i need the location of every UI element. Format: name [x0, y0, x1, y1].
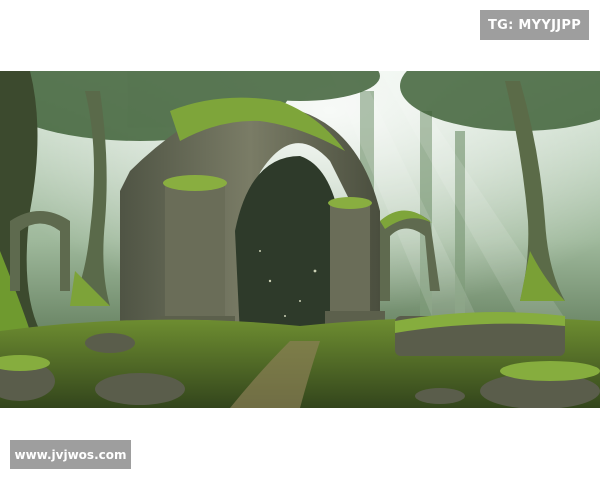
- watermark-bottom-left: www.jvjwos.com: [10, 440, 131, 469]
- forest-ruins-photo: [0, 71, 600, 408]
- forest-ruins-illustration: [0, 71, 600, 408]
- watermark-top-right: TG: MYYJJPP: [480, 10, 589, 40]
